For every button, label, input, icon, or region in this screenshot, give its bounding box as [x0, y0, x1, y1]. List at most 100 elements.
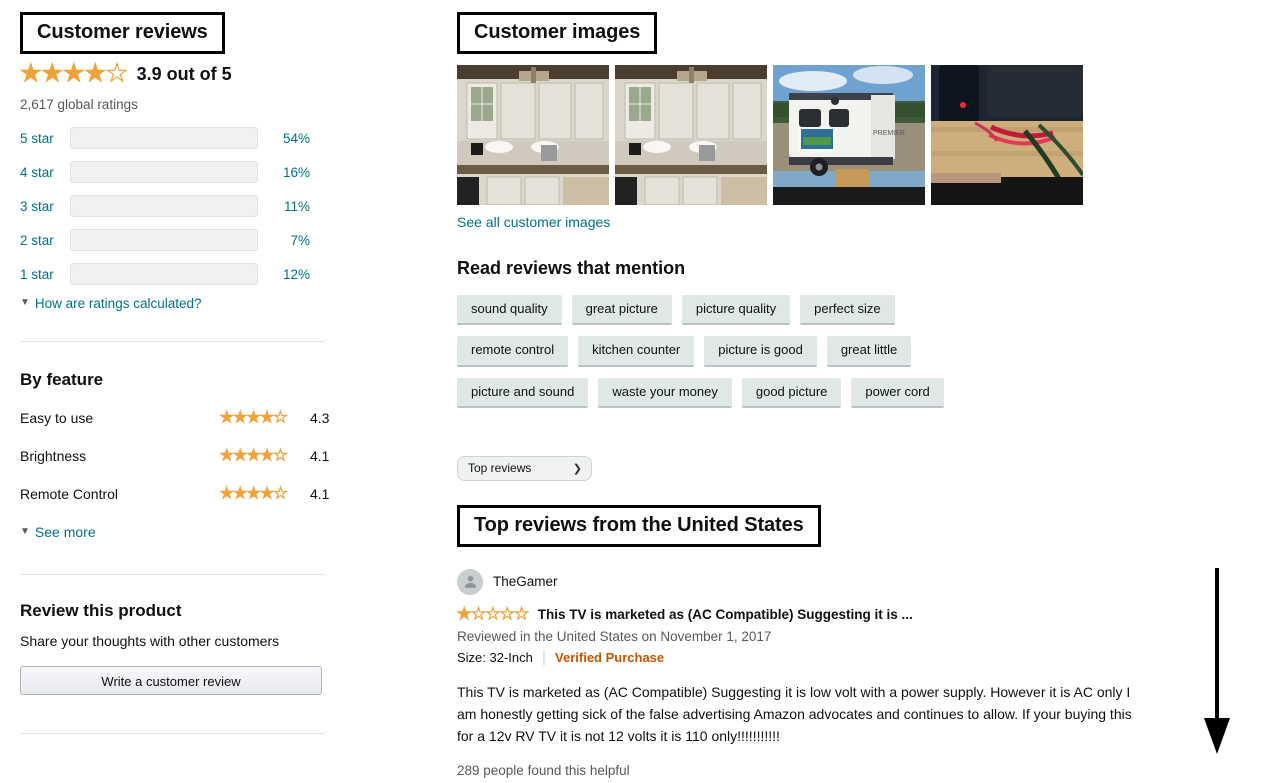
review-meta: Size: 32-Inch | Verified Purchase	[457, 649, 1157, 667]
customer-reviews-panel: Customer reviews ★★★★★ ★★★★★ 3.9 out of …	[19, 12, 340, 734]
review-this-product-heading: Review this product	[20, 601, 182, 620]
review-title-row: ★★★★★★★★★★ This TV is marketed as (AC Com…	[456, 605, 1157, 623]
divider-2	[20, 574, 325, 575]
histogram-row: 1 star 12%	[20, 262, 340, 286]
histogram-bar-track	[70, 195, 258, 217]
review-keyword-tag[interactable]: remote control	[457, 336, 569, 367]
feature-ratings-list: Easy to use ★★★★★★★★★★ 4.3 Brightness ★★★★★★…	[20, 408, 340, 504]
histogram-row: 4 star 16%	[20, 160, 340, 184]
write-a-customer-review-button[interactable]: Write a customer review	[20, 666, 322, 695]
customer-images-heading: Customer images	[457, 12, 658, 54]
histogram-percent-1[interactable]: 12%	[258, 267, 310, 282]
divider-1	[20, 341, 325, 342]
customer-images-thumbnails: PREMIER	[457, 65, 1157, 205]
customer-image-thumbnail[interactable]	[931, 65, 1083, 205]
by-feature-heading: By feature	[20, 370, 104, 389]
reviews-list: TheGamer ★★★★★★★★★★ This TV is marketed as…	[456, 568, 1157, 783]
histogram-star-label-5[interactable]: 5 star	[20, 131, 70, 146]
review-keyword-tag[interactable]: kitchen counter	[578, 336, 695, 367]
tag-row: picture and sound waste your money good pi…	[457, 377, 1157, 408]
feature-name: Easy to use	[20, 410, 94, 426]
verified-purchase-badge[interactable]: Verified Purchase	[555, 650, 664, 665]
chevron-down-icon: ❯	[572, 462, 582, 475]
review-author-name[interactable]: TheGamer	[493, 574, 558, 589]
feature-row: Easy to use ★★★★★★★★★★ 4.3	[20, 408, 340, 428]
review-keyword-tag[interactable]: power cord	[851, 377, 944, 408]
histogram-bar-track	[70, 161, 258, 183]
how-ratings-calculated-label: How are ratings calculated?	[34, 296, 202, 311]
avatar	[457, 568, 483, 595]
review-keyword-tag[interactable]: picture quality	[681, 295, 791, 326]
tag-row: remote control kitchen counter picture is …	[457, 336, 1157, 367]
tag-row: sound quality great picture picture qualit…	[457, 295, 1157, 326]
feature-score: 4.1	[310, 486, 330, 502]
histogram-percent-2[interactable]: 7%	[258, 233, 310, 248]
histogram-row: 5 star 54%	[20, 126, 340, 150]
review-keyword-tag[interactable]: picture is good	[704, 336, 817, 367]
histogram-percent-3[interactable]: 11%	[258, 199, 310, 214]
star-rating: ★★★★★★★★★★	[219, 447, 288, 464]
sort-selected-label: Top reviews	[468, 461, 532, 476]
customer-image-thumbnail[interactable]	[615, 65, 767, 205]
see-all-customer-images-link[interactable]: See all customer images	[457, 214, 610, 230]
feature-stars: ★★★★★★★★★★	[219, 447, 310, 465]
reviews-page: Customer reviews ★★★★★ ★★★★★ 3.9 out of …	[0, 0, 1270, 783]
feature-stars: ★★★★★★★★★★	[219, 409, 310, 427]
feature-name: Remote Control	[20, 486, 119, 502]
scroll-down-arrow-annotation	[1196, 566, 1238, 761]
histogram-star-label-4[interactable]: 4 star	[20, 165, 70, 180]
histogram-star-label-2[interactable]: 2 star	[20, 233, 70, 248]
share-thoughts-text: Share your thoughts with other customers	[20, 633, 280, 649]
review-author-row: TheGamer	[457, 568, 1157, 595]
histogram-percent-5[interactable]: 54%	[258, 131, 310, 146]
global-ratings-count: 2,617 global ratings	[20, 97, 138, 112]
how-ratings-calculated-link[interactable]: ▼ How are ratings calculated?	[20, 296, 340, 311]
star-rating: ★★★★★★★★★★	[456, 605, 529, 623]
reviews-main-column: Customer images PREMIER See all customer…	[456, 12, 1157, 783]
histogram-bar-track	[70, 263, 258, 285]
histogram-star-label-1[interactable]: 1 star	[20, 267, 70, 282]
sort-reviews-dropdown[interactable]: Top reviews ❯	[457, 455, 592, 481]
feature-score: 4.3	[310, 410, 330, 426]
feature-row: Brightness ★★★★★★★★★★ 4.1	[20, 446, 340, 466]
meta-separator: |	[541, 648, 547, 666]
customer-reviews-heading: Customer reviews	[20, 12, 225, 54]
histogram-row: 2 star 7%	[20, 228, 340, 252]
review-keyword-tag[interactable]: perfect size	[800, 295, 895, 326]
review-keyword-tag[interactable]: sound quality	[457, 295, 562, 326]
review-size-variant[interactable]: Size: 32-Inch	[457, 650, 533, 665]
feature-name: Brightness	[20, 448, 87, 464]
overall-stars: ★★★★★ ★★★★★	[19, 60, 128, 87]
customer-image-thumbnail[interactable]: PREMIER	[773, 65, 925, 205]
overall-rating: ★★★★★ ★★★★★ 3.9 out of 5	[19, 60, 340, 87]
review-date: Reviewed in the United States on Novembe…	[457, 628, 772, 644]
histogram-row: 3 star 11%	[20, 194, 340, 218]
top-reviews-heading-wrapper: Top reviews from the United States	[457, 504, 1157, 547]
read-reviews-that-mention-heading: Read reviews that mention	[457, 258, 686, 278]
chevron-down-icon: ▼	[20, 525, 30, 537]
feature-stars: ★★★★★★★★★★	[219, 485, 310, 503]
histogram-bar-track	[70, 229, 258, 251]
feature-row: Remote Control ★★★★★★★★★★ 4.1	[20, 484, 340, 504]
review-body-text: This TV is marketed as (AC Compatible) S…	[457, 683, 1132, 744]
histogram-bar-track	[70, 127, 258, 149]
review-keyword-tag[interactable]: great little	[826, 336, 912, 367]
customer-image-thumbnail[interactable]	[457, 65, 609, 205]
review-keyword-tag[interactable]: waste your money	[598, 377, 732, 408]
star-rating: ★★★★★★★★★★	[219, 485, 288, 502]
histogram-star-label-3[interactable]: 3 star	[20, 199, 70, 214]
top-reviews-heading: Top reviews from the United States	[457, 504, 821, 547]
review-keyword-tag[interactable]: great picture	[571, 295, 672, 326]
review-keyword-tag[interactable]: picture and sound	[457, 377, 589, 408]
review-title[interactable]: This TV is marketed as (AC Compatible) S…	[538, 607, 913, 622]
chevron-down-icon: ▼	[20, 297, 30, 308]
histogram-percent-4[interactable]: 16%	[258, 165, 310, 180]
overall-rating-text: 3.9 out of 5	[136, 63, 232, 84]
see-more-features-link[interactable]: ▼ See more	[20, 524, 340, 540]
feature-score: 4.1	[310, 448, 330, 464]
review-helpful-count: 289 people found this helpful	[457, 762, 630, 778]
see-more-label: See more	[34, 524, 96, 540]
review-item: TheGamer ★★★★★★★★★★ This TV is marketed as…	[456, 568, 1157, 783]
review-keyword-tags: sound quality great picture picture qualit…	[457, 295, 1157, 408]
review-keyword-tag[interactable]: good picture	[741, 377, 842, 408]
